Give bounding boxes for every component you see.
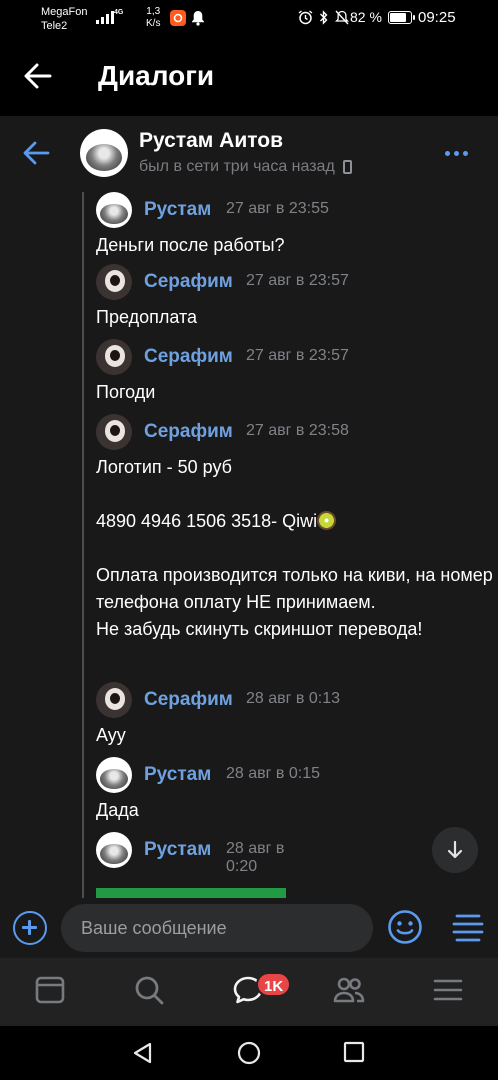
list-item[interactable]: Серафим 27 авг в 23:57 Погоди <box>96 339 496 406</box>
attach-plus-icon[interactable] <box>13 911 47 945</box>
system-home-icon[interactable] <box>237 1041 261 1065</box>
app-header: Диалоги <box>0 38 498 116</box>
avatar[interactable] <box>96 414 132 450</box>
forwarded-quote-line <box>82 192 84 904</box>
last-seen-text: был в сети три часа назад <box>139 158 335 175</box>
message-text: Деньги после работы? <box>96 235 285 255</box>
friends-icon[interactable] <box>333 974 365 1006</box>
search-icon[interactable] <box>133 974 165 1006</box>
list-item[interactable]: Рустам 28 авг в 0:15 Дада <box>96 757 496 824</box>
chat-avatar[interactable] <box>80 129 128 177</box>
message-author[interactable]: Серафим <box>144 271 233 293</box>
message-time: 28 авг в 0:13 <box>246 690 341 707</box>
list-item[interactable]: Серафим 28 авг в 0:13 Ауу <box>96 682 496 749</box>
status-icons <box>298 10 349 25</box>
bluetooth-icon <box>320 10 328 25</box>
clock: 09:25 <box>418 9 456 26</box>
signal-icon <box>96 10 114 24</box>
chat-header: Рустам Аитов был в сети три часа назад <box>0 116 498 188</box>
message-author[interactable]: Рустам <box>144 199 211 221</box>
alarm-icon <box>298 10 313 25</box>
menu-icon[interactable] <box>432 974 464 1006</box>
message-author[interactable]: Серафим <box>144 689 233 711</box>
list-item[interactable]: Серафим 27 авг в 23:57 Предоплата <box>96 264 496 331</box>
message-text: Предоплата <box>96 307 197 327</box>
speed-unit: K/s <box>146 18 161 29</box>
message-composer <box>0 898 498 958</box>
message-time: 27 авг в 23:57 <box>246 347 349 364</box>
back-arrow-icon[interactable] <box>22 140 50 166</box>
battery-percent: 82 % <box>350 9 382 25</box>
avatar[interactable] <box>96 264 132 300</box>
more-options-icon[interactable] <box>445 151 468 156</box>
chat-contact-status: был в сети три часа назад <box>139 158 352 176</box>
avatar[interactable] <box>96 192 132 228</box>
system-recents-icon[interactable] <box>343 1041 365 1063</box>
message-text: Погоди <box>96 382 156 402</box>
avatar[interactable] <box>96 339 132 375</box>
mute-icon <box>335 10 349 25</box>
emoji-smile-icon[interactable] <box>387 909 423 945</box>
carrier-info: MegaFon Tele2 <box>41 5 87 33</box>
system-navigation-bar <box>0 1026 498 1080</box>
card-number-text: 4890 4946 1506 3518- Qiwi <box>96 511 318 531</box>
battery-icon <box>388 11 415 24</box>
carrier-name-2: Tele2 <box>41 20 68 32</box>
message-time: 28 авг в 0:15 <box>226 765 321 782</box>
news-feed-icon[interactable] <box>34 974 66 1006</box>
message-time: 27 авг в 23:55 <box>226 200 329 217</box>
scroll-down-button[interactable] <box>432 827 478 873</box>
page-title: Диалоги <box>98 60 215 91</box>
status-bar: MegaFon Tele2 4G 1,3 K/s 82 % 09:25 <box>0 0 498 38</box>
unread-messages-badge: 1K <box>256 972 292 997</box>
message-text-payment: Оплата производится только на киви, на н… <box>96 565 493 639</box>
message-author[interactable]: Серафим <box>144 346 233 368</box>
message-text-card: 4890 4946 1506 3518- Qiwi <box>96 508 496 535</box>
message-author[interactable]: Рустам <box>144 764 211 786</box>
system-back-icon[interactable] <box>131 1041 155 1065</box>
back-arrow-icon[interactable] <box>22 60 54 92</box>
voice-message-icon[interactable] <box>452 913 484 943</box>
bell-icon <box>192 11 204 26</box>
message-time: 27 авг в 23:57 <box>246 272 349 289</box>
message-text: Ауу <box>96 725 126 745</box>
network-speed: 1,3 K/s <box>146 6 160 30</box>
conversation-panel: Рустам Аитов был в сети три часа назад Р… <box>0 116 498 958</box>
battery-level-fill <box>390 13 407 22</box>
message-text: Дада <box>96 800 139 820</box>
avatar[interactable] <box>96 757 132 793</box>
message-time: 27 авг в 23:58 <box>246 422 349 439</box>
message-author[interactable]: Рустам <box>144 839 211 861</box>
avatar[interactable] <box>96 682 132 718</box>
mobile-phone-icon <box>342 160 352 174</box>
message-input[interactable] <box>61 904 373 952</box>
list-item[interactable]: Рустам 27 авг в 23:55 Деньги после работ… <box>96 192 496 259</box>
speed-value: 1,3 <box>146 6 161 17</box>
carrier-name-1: MegaFon <box>41 6 88 18</box>
message-text-line: Логотип - 50 руб <box>96 457 232 477</box>
kiwi-emoji-icon <box>317 511 337 530</box>
chat-contact-name[interactable]: Рустам Аитов <box>139 129 283 153</box>
avatar[interactable] <box>96 832 132 868</box>
message-author[interactable]: Серафим <box>144 421 233 443</box>
notification-app-icon <box>170 10 186 26</box>
network-type: 4G <box>114 9 124 16</box>
list-item[interactable]: Серафим 27 авг в 23:58 Логотип - 50 руб … <box>96 414 496 643</box>
message-time: 28 авг в 0:20 <box>226 840 285 875</box>
bottom-navigation <box>0 958 498 1026</box>
arrow-down-icon <box>447 840 463 859</box>
